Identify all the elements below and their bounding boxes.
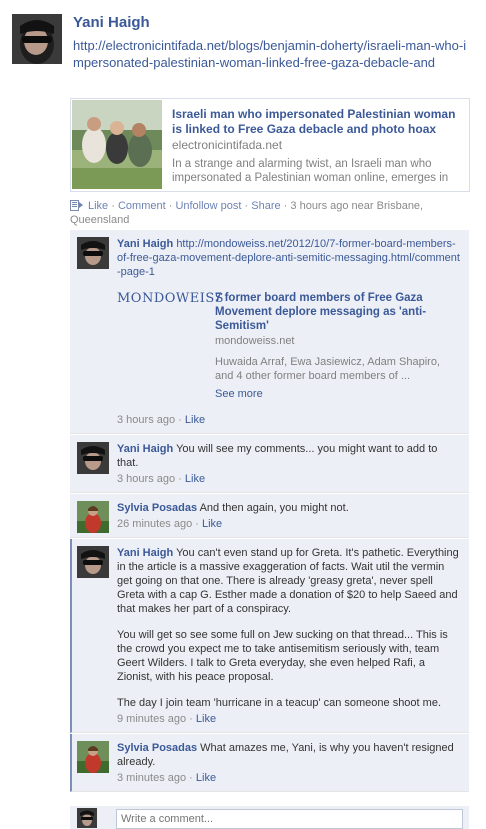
commenter-name[interactable]: Sylvia Posadas — [117, 502, 197, 514]
separator: · — [241, 200, 252, 212]
shared-link-preview[interactable]: Israeli man who impersonated Palestinian… — [70, 98, 470, 192]
comment-timestamp[interactable]: 3 hours ago — [117, 473, 175, 485]
commenter-avatar[interactable] — [77, 442, 109, 474]
separator: · — [165, 200, 176, 212]
comment-like-link[interactable]: Like — [185, 414, 205, 426]
comment-timestamp[interactable]: 9 minutes ago — [117, 713, 186, 725]
shared-link-title[interactable]: Israeli man who impersonated Palestinian… — [172, 107, 462, 137]
comment-like-link[interactable]: Like — [196, 713, 216, 725]
unfollow-post-link[interactable]: Unfollow post — [175, 200, 241, 212]
comment: Sylvia Posadas What amazes me, Yani, is … — [70, 734, 469, 792]
share-link[interactable]: Share — [251, 200, 280, 212]
comment-like-link[interactable]: Like — [196, 772, 216, 784]
comment-like-link[interactable]: Like — [185, 473, 205, 485]
comment-timestamp[interactable]: 3 minutes ago — [117, 772, 186, 784]
attachment-domain: mondoweiss.net — [215, 335, 295, 347]
commenter-name[interactable]: Yani Haigh — [117, 443, 173, 455]
link-share-icon — [70, 199, 84, 211]
comment: Yani Haigh You will see my comments... y… — [70, 435, 469, 493]
comment-timestamp[interactable]: 26 minutes ago — [117, 518, 192, 530]
post-action-bar: Like · Comment · Unfollow post · Share ·… — [70, 199, 470, 227]
site-logo: MONDOWEISS — [117, 291, 224, 306]
attachment-description: Huwaida Arraf, Ewa Jasiewicz, Adam Shapi… — [215, 356, 440, 382]
author-avatar[interactable] — [12, 14, 62, 64]
commenter-avatar[interactable] — [77, 741, 109, 773]
comment-like-link[interactable]: Like — [202, 518, 222, 530]
post-url-link[interactable]: http://electronicintifada.net/blogs/benj… — [73, 37, 473, 71]
shared-link-domain: electronicintifada.net — [172, 138, 283, 152]
current-user-avatar — [77, 808, 97, 828]
shared-link-description: In a strange and alarming twist, an Isra… — [172, 158, 449, 184]
shared-link-thumbnail[interactable] — [72, 100, 162, 189]
comment-paragraph: The day I join team 'hurricane in a teac… — [117, 697, 441, 709]
comment-link[interactable]: Comment — [118, 200, 166, 212]
comment: Yani Haigh You can't even stand up for G… — [70, 539, 469, 733]
comment-timestamp[interactable]: 3 hours ago — [117, 414, 175, 426]
write-comment-input[interactable] — [116, 809, 463, 829]
post-author-name[interactable]: Yani Haigh — [73, 14, 150, 31]
commenter-avatar[interactable] — [77, 546, 109, 578]
comment: Yani Haigh http://mondoweiss.net/2012/10… — [70, 230, 469, 434]
attachment-title[interactable]: 7 former board members of Free Gaza Move… — [215, 291, 461, 333]
comment-composer — [70, 806, 469, 829]
separator: · — [280, 200, 291, 212]
separator: · — [108, 200, 118, 212]
see-more-link[interactable]: See more — [215, 387, 461, 401]
comment: Sylvia Posadas And then again, you might… — [70, 494, 469, 538]
comment-paragraph: You will get so see some full on Jew suc… — [117, 629, 448, 683]
comment-text: And then again, you might not. — [199, 502, 349, 514]
comments-list: Yani Haigh http://mondoweiss.net/2012/10… — [70, 230, 469, 793]
commenter-avatar[interactable] — [77, 237, 109, 269]
commenter-name[interactable]: Yani Haigh — [117, 238, 173, 250]
commenter-name[interactable]: Yani Haigh — [117, 547, 173, 559]
commenter-avatar[interactable] — [77, 501, 109, 533]
like-link[interactable]: Like — [88, 200, 108, 212]
link-attachment[interactable]: MONDOWEISS 7 former board members of Fre… — [117, 291, 461, 401]
commenter-name[interactable]: Sylvia Posadas — [117, 742, 197, 754]
